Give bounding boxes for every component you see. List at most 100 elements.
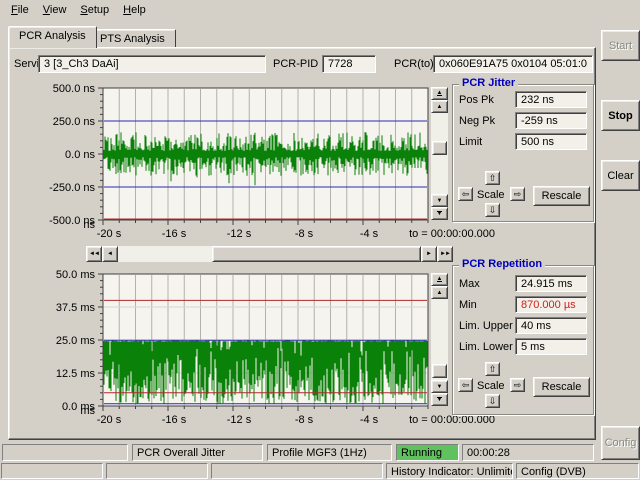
neg-pk-field: -259 ns [515, 112, 587, 129]
svg-text:0.0 ns: 0.0 ns [65, 149, 95, 161]
repetition-scale-max-down-icon[interactable]: ▼ [431, 393, 448, 406]
svg-text:-20 s: -20 s [97, 228, 122, 240]
jitter-vscrollbar: ▲ ▲ ▼ ▼ [431, 87, 448, 220]
svg-text:50.0 ms: 50.0 ms [56, 269, 96, 281]
svg-text:500.0 ns: 500.0 ns [53, 83, 96, 95]
repetition-scale-up-icon[interactable]: ⇧ [485, 362, 500, 376]
repetition-scroll-down-icon[interactable]: ▼ [431, 380, 448, 393]
svg-text:-12 s: -12 s [227, 228, 252, 240]
pcr-to-field: 0x060E91A75 0x0104 05:01:0 [433, 55, 593, 73]
stop-button[interactable]: Stop [601, 100, 640, 131]
menu-setup[interactable]: Setup [73, 2, 116, 18]
history-indicator-panel: History Indicator: Unlimited [386, 463, 513, 479]
svg-text:to = 00:00:00.000: to = 00:00:00.000 [409, 228, 495, 240]
svg-text:-8 s: -8 s [295, 414, 314, 426]
repetition-vscroll-thumb[interactable] [432, 364, 447, 378]
scroll-far-right-icon[interactable]: ►► [437, 246, 453, 262]
lim-upper-label: Lim. Upper [459, 320, 513, 332]
jitter-scale-down-icon[interactable]: ⇩ [485, 203, 500, 217]
pcr-pid-field[interactable]: 7728 [322, 55, 376, 73]
status-panel-empty [2, 444, 128, 461]
repetition-scale-label: Scale [477, 380, 505, 392]
time-scrollbar: ◄◄ ◄ ► ►► [86, 246, 453, 262]
measurement-mode-panel: PCR Overall Jitter [132, 444, 263, 461]
repetition-scale-max-up-icon[interactable]: ▲ [431, 273, 448, 286]
svg-text:-12 s: -12 s [227, 414, 252, 426]
jitter-scale-up-icon[interactable]: ⇧ [485, 171, 500, 185]
repetition-vscroll-track[interactable] [431, 299, 448, 380]
min-field: 870.000 µs [515, 296, 587, 313]
profile-panel: Profile MGF3 (1Hz) [267, 444, 392, 461]
svg-text:-8 s: -8 s [295, 228, 314, 240]
menu-help[interactable]: Help [116, 2, 153, 18]
jitter-scale-left-icon[interactable]: ⇦ [458, 187, 473, 201]
statusbar-empty-1 [1, 463, 103, 479]
svg-text:to = 00:00:00.000: to = 00:00:00.000 [409, 414, 495, 426]
pcr-repetition-group: PCR Repetition Max 24.915 ms Min 870.000… [452, 265, 594, 415]
jitter-rescale-button[interactable]: Rescale [533, 186, 590, 206]
neg-pk-label: Neg Pk [459, 115, 495, 127]
lim-lower-field[interactable]: 5 ms [515, 338, 587, 355]
pos-pk-field: 232 ns [515, 91, 587, 108]
lim-upper-field[interactable]: 40 ms [515, 317, 587, 334]
max-field: 24.915 ms [515, 275, 587, 292]
svg-text:-4 s: -4 s [360, 414, 379, 426]
jitter-vscroll-track[interactable] [431, 113, 448, 194]
svg-text:-20 s: -20 s [97, 414, 122, 426]
pcr-jitter-group: PCR Jitter Pos Pk 232 ns Neg Pk -259 ns … [452, 84, 594, 222]
start-button[interactable]: Start [601, 30, 640, 61]
statusbar-empty-3 [211, 463, 383, 479]
svg-text:37.5 ms: 37.5 ms [56, 302, 96, 314]
repetition-scale-right-icon[interactable]: ⇨ [510, 378, 525, 392]
pcr-jitter-group-title: PCR Jitter [459, 77, 518, 89]
jitter-vscroll-thumb[interactable] [432, 141, 447, 155]
pcr-repetition-group-title: PCR Repetition [459, 258, 545, 270]
repetition-scale-down-icon[interactable]: ⇩ [485, 394, 500, 408]
jitter-scale-max-down-icon[interactable]: ▼ [431, 207, 448, 220]
elapsed-time-panel: 00:00:28 [462, 444, 594, 461]
max-label: Max [459, 278, 480, 290]
min-label: Min [459, 299, 477, 311]
scroll-right-icon[interactable]: ► [421, 246, 437, 262]
repetition-vscrollbar: ▲ ▲ ▼ ▼ [431, 273, 448, 406]
menu-view[interactable]: View [36, 2, 74, 18]
svg-text:250.0 ns: 250.0 ns [53, 116, 96, 128]
repetition-scale-left-icon[interactable]: ⇦ [458, 378, 473, 392]
service-field[interactable]: 3 [3_Ch3 DaAi] [38, 55, 266, 73]
svg-text:-4 s: -4 s [360, 228, 379, 240]
pcr-jitter-chart: 500.0 ns250.0 ns0.0 ns-250.0 ns-500.0 ns… [30, 80, 500, 242]
config-standard-panel: Config (DVB) [516, 463, 639, 479]
pos-pk-label: Pos Pk [459, 94, 494, 106]
jitter-limit-field[interactable]: 500 ns [515, 133, 587, 150]
jitter-scale-label: Scale [477, 189, 505, 201]
menubar: File View Setup Help [0, 0, 640, 19]
scroll-left-icon[interactable]: ◄ [102, 246, 118, 262]
pcr-repetition-chart: 50.0 ms37.5 ms25.0 ms12.5 ms0.0 ms-20 s-… [30, 262, 500, 432]
svg-text:25.0 ms: 25.0 ms [56, 335, 96, 347]
statusbar-empty-2 [106, 463, 208, 479]
repetition-rescale-button[interactable]: Rescale [533, 377, 590, 397]
jitter-scale-max-up-icon[interactable]: ▲ [431, 87, 448, 100]
jitter-scroll-down-icon[interactable]: ▼ [431, 194, 448, 207]
clear-button[interactable]: Clear [601, 160, 640, 191]
time-scroll-thumb[interactable] [212, 246, 421, 262]
jitter-scroll-up-icon[interactable]: ▲ [431, 100, 448, 113]
pcr-pid-label: PCR-PID [273, 58, 318, 70]
time-scroll-track[interactable] [118, 246, 421, 262]
scroll-far-left-icon[interactable]: ◄◄ [86, 246, 102, 262]
jitter-scale-right-icon[interactable]: ⇨ [510, 187, 525, 201]
menu-file[interactable]: File [4, 2, 36, 18]
svg-text:-250.0 ns: -250.0 ns [49, 182, 95, 194]
tab-pts-analysis[interactable]: PTS Analysis [89, 29, 176, 48]
svg-text:ms: ms [80, 405, 95, 417]
repetition-scroll-up-icon[interactable]: ▲ [431, 286, 448, 299]
lim-lower-label: Lim. Lower [459, 341, 513, 353]
svg-text:ns: ns [83, 219, 95, 231]
svg-text:-16 s: -16 s [162, 414, 187, 426]
config-button[interactable]: Config [601, 426, 640, 460]
tab-pcr-analysis[interactable]: PCR Analysis [8, 26, 97, 48]
svg-text:-16 s: -16 s [162, 228, 187, 240]
svg-text:12.5 ms: 12.5 ms [56, 368, 96, 380]
run-state-badge: Running [396, 444, 459, 461]
jitter-limit-label: Limit [459, 136, 482, 148]
